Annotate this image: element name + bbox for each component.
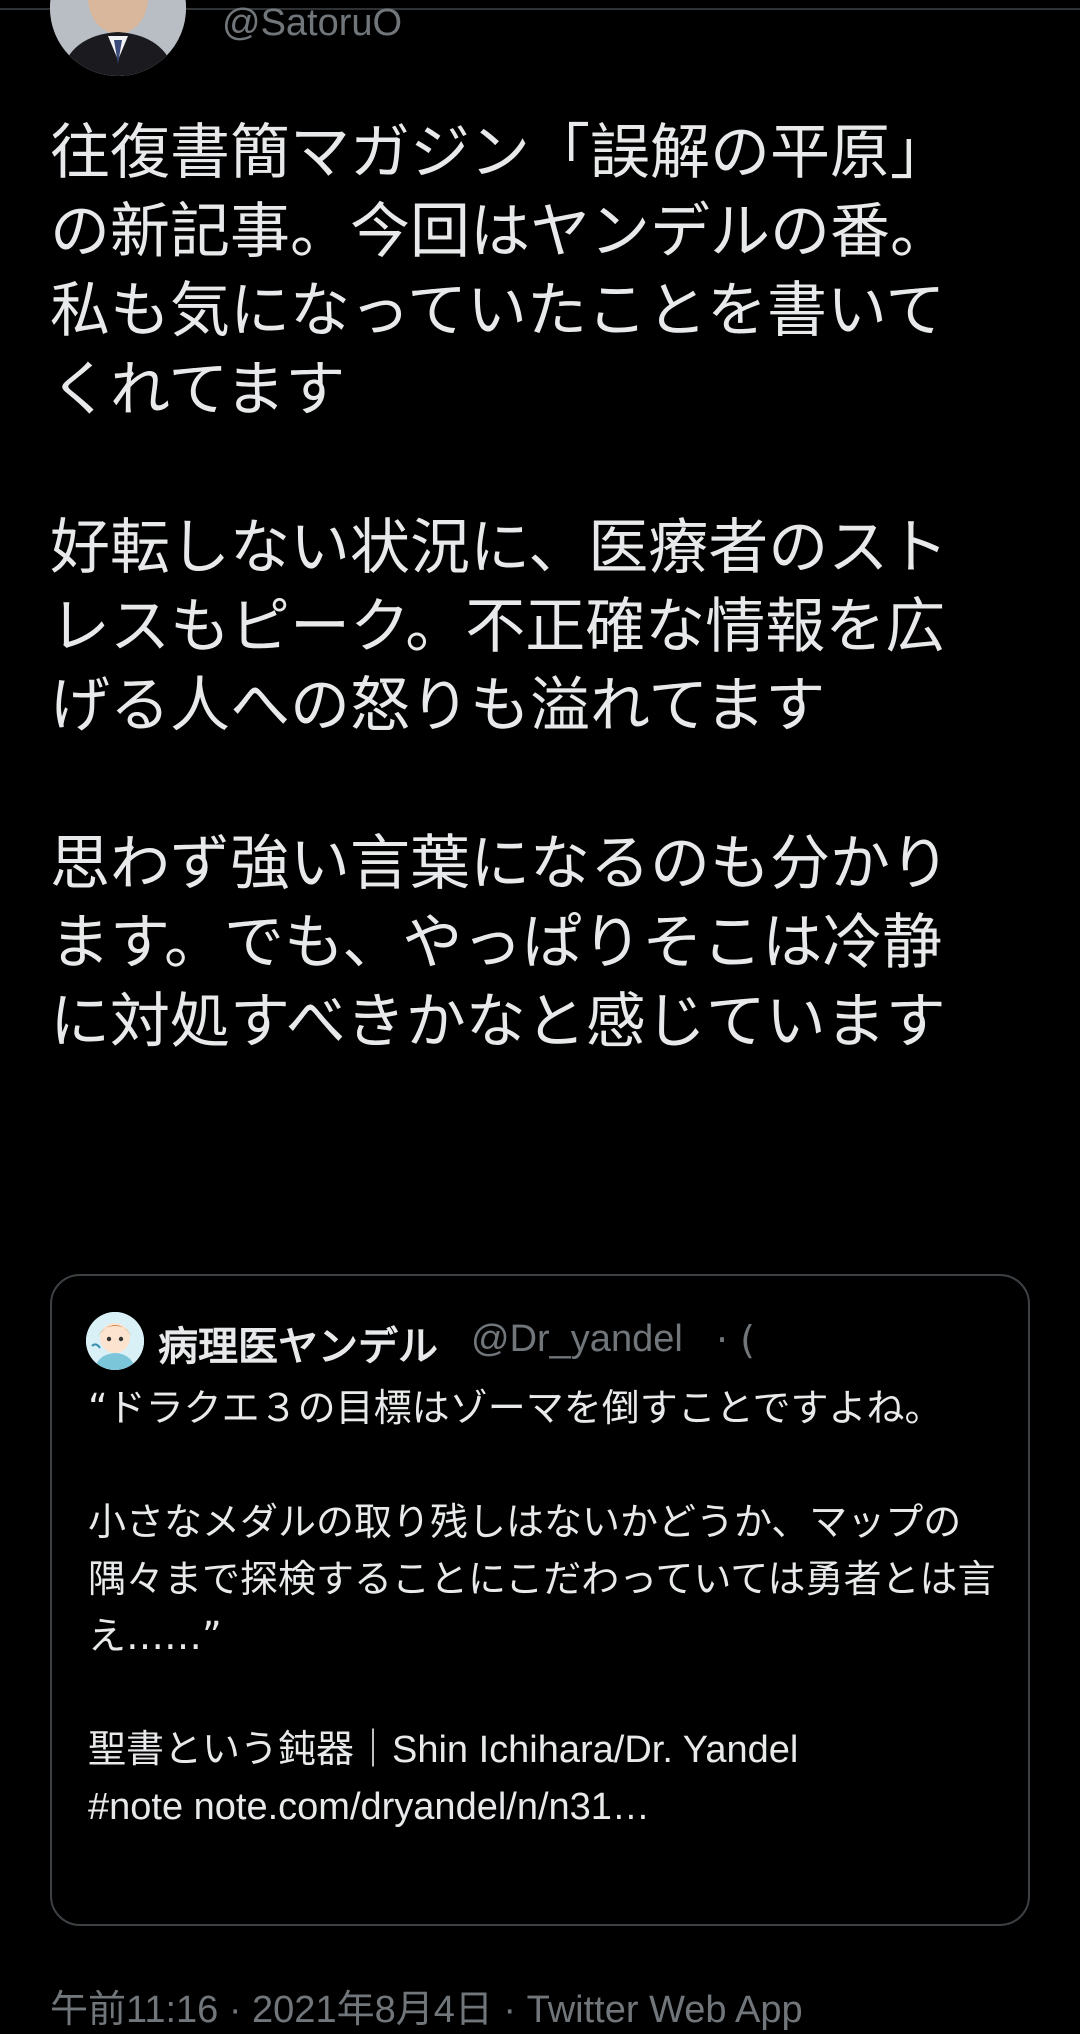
quoted-author-handle: @Dr_yandel [471,1318,683,1360]
tweet-paragraph: 思わず強い言葉になるのも分かります。でも、やっぱりそこは冷静に対処すべきかなと感… [50,829,950,1057]
quoted-paragraph: 小さなメダルの取り残しはないかどうか、マップの隅々まで探検することにこだわってい… [88,1500,996,1658]
tweet-author: @SatoruO [50,0,1030,76]
author-avatar[interactable] [50,0,186,76]
quoted-author-avatar [86,1312,144,1370]
tweet-text: 往復書簡マガジン「誤解の平原」の新記事。今回はヤンデルの番。私も気になっていたこ… [50,114,990,1062]
tweet-paragraph: 往復書簡マガジン「誤解の平原」の新記事。今回はヤンデルの番。私も気になっていたこ… [50,118,950,425]
quoted-tweet-card[interactable]: 病理医ヤンデル @Dr_yandel · ( “ドラクエ３の目標はゾーマを倒すこ… [50,1274,1030,1926]
quoted-paragraph: “ドラクエ３の目標はゾーマを倒すことですよね。 [88,1386,943,1430]
quoted-link-title-text[interactable]: 聖書という鈍器｜Shin Ichihara/Dr. Yandel [88,1729,798,1771]
author-handle[interactable]: @SatoruO [222,2,402,45]
quoted-author-name: 病理医ヤンデル [158,1324,438,1370]
quoted-tweet-header: 病理医ヤンデル @Dr_yandel · ( [86,1312,1006,1372]
tweet-timestamp[interactable]: 午前11:16 · 2021年8月4日 · Twitter Web App [50,1978,803,2033]
quoted-header-separator: · ( [716,1318,755,1362]
user-photo-icon [50,0,186,76]
quoted-link-title[interactable]: 聖書という鈍器｜Shin Ichihara/Dr. Yandel #note n… [88,1722,998,1836]
tweet-paragraph: 好転しない状況に、医療者のストレスもピーク。不正確な情報を広げる人への怒りも溢れ… [50,513,949,741]
quoted-tweet-text: “ドラクエ３の目標はゾーマを倒すことですよね。 小さなメダルの取り残しはないかど… [88,1380,998,1836]
quoted-link-url[interactable]: #note note.com/dryandel/n/n31… [88,1786,650,1828]
illustrated-character-icon [86,1312,144,1370]
